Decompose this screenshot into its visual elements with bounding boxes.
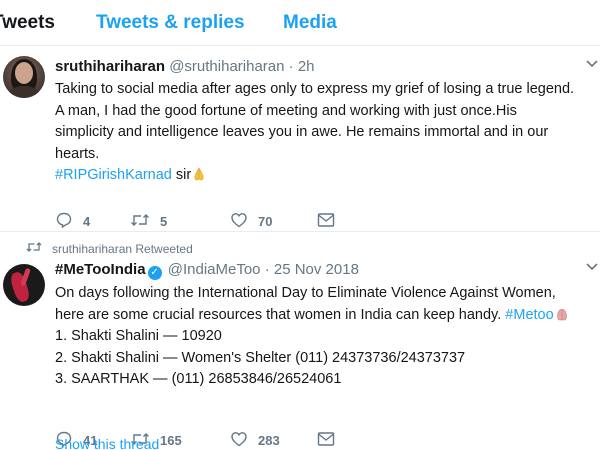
tweet-timestamp[interactable]: · 25 Nov 2018	[265, 261, 359, 278]
tweet-text-line: Taking to social media after ages only t…	[55, 81, 575, 97]
tweet-header: #MeTooIndia ✓ @IndiaMeToo · 25 Nov 2018	[55, 261, 592, 280]
tweet-text-line: 1. Shakti Shalini — 10920	[55, 328, 222, 344]
avatar[interactable]	[3, 56, 45, 98]
retweet-button[interactable]: 5	[130, 211, 167, 231]
reply-button[interactable]: 4	[55, 211, 90, 231]
tweet-timestamp[interactable]: · 2h	[289, 58, 315, 75]
like-count: 283	[258, 432, 280, 448]
tweet-text-line: 3. SAARTHAK — (011) 26853846/26524061	[55, 371, 342, 387]
folded-hands-emoji	[191, 166, 207, 182]
like-count: 70	[258, 213, 273, 229]
show-thread-link[interactable]: Show this thread	[55, 436, 159, 450]
retweet-count: 165	[160, 432, 182, 448]
retweeted-indicator: sruthihariharan Retweeted	[26, 241, 193, 256]
like-button[interactable]: 283	[230, 430, 280, 450]
like-icon	[230, 430, 248, 450]
direct-message-button[interactable]	[317, 211, 335, 231]
like-icon	[230, 211, 248, 232]
user-handle[interactable]: @sruthihariharan	[169, 58, 284, 75]
tweet-actions: 4 5 70	[55, 211, 355, 231]
tweet-text-line: A man, I had the good fortune of meeting…	[55, 102, 517, 119]
retweet-count: 5	[160, 213, 168, 229]
verified-badge-icon: ✓	[147, 266, 162, 280]
retweeted-label[interactable]: sruthihariharan Retweeted	[52, 242, 193, 256]
like-button[interactable]: 70	[230, 211, 272, 231]
hashtag-link[interactable]: #RIPGirishKarnad	[55, 167, 172, 183]
reply-icon	[55, 211, 73, 232]
tweet-text-line: hearts.	[55, 145, 100, 162]
profile-tabs: Tweets Tweets & replies Media	[0, 0, 600, 46]
direct-message-button[interactable]	[317, 430, 335, 450]
display-name[interactable]: sruthihariharan	[55, 58, 165, 75]
display-name[interactable]: #MeTooIndia	[55, 261, 146, 278]
tweet-text: Taking to social media after ages only t…	[55, 79, 592, 187]
tweet-text-suffix: sir	[175, 167, 192, 183]
hands-emoji	[554, 306, 570, 322]
direct-message-icon	[317, 431, 335, 450]
tweet-header: sruthihariharan @sruthihariharan · 2h	[55, 58, 592, 76]
tweet[interactable]: sruthihariharan Retweeted #MeTooIndia ✓ @…	[0, 232, 600, 450]
tweet-text-line: 2. Shakti Shalini — Women's Shelter (011…	[55, 349, 466, 366]
tweet-text-line: On days following the International Day …	[55, 285, 556, 301]
avatar[interactable]	[3, 264, 45, 306]
retweet-icon	[130, 211, 150, 232]
tab-tweets[interactable]: Tweets	[0, 12, 55, 34]
tweet-text-line: here are some crucial resources that wom…	[55, 306, 502, 323]
tab-media[interactable]: Media	[283, 12, 337, 34]
tab-tweets-and-replies[interactable]: Tweets & replies	[96, 12, 245, 34]
tweet-text: On days following the International Day …	[55, 283, 592, 391]
reply-count: 4	[83, 213, 91, 229]
retweeted-icon	[26, 241, 42, 256]
hashtag-link[interactable]: #Metoo	[505, 307, 553, 323]
direct-message-icon	[317, 212, 335, 231]
user-handle[interactable]: @IndiaMeToo	[168, 261, 261, 278]
tweet[interactable]: sruthihariharan @sruthihariharan · 2h Ta…	[0, 46, 600, 232]
tweet-text-line: simplicity and intelligence leaves you i…	[55, 124, 549, 140]
